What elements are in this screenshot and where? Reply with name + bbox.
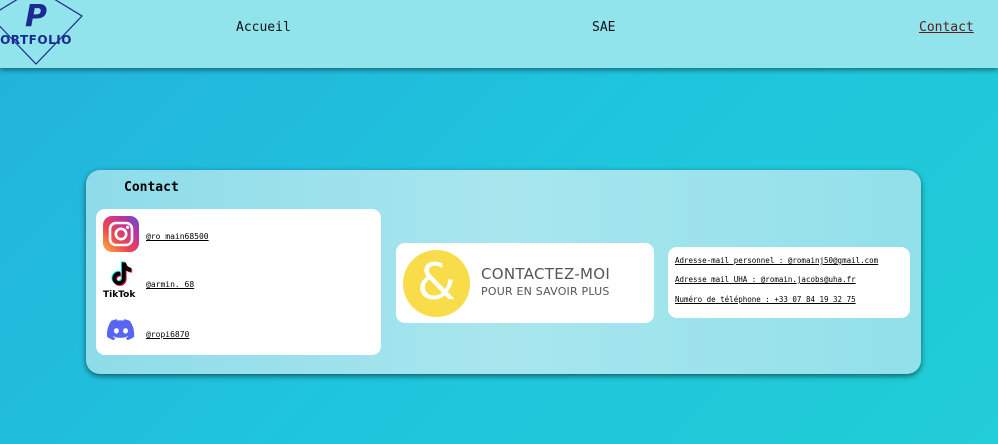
contact-info-card: Adresse-mail personnel : @romainj50@gmai… (668, 247, 910, 318)
ampersand-symbol: & (417, 253, 456, 311)
contact-title: Contact (124, 180, 179, 195)
instagram-icon[interactable] (102, 215, 140, 253)
nav-sae[interactable]: SAE (592, 20, 615, 35)
banner-subline: POUR EN SAVOIR PLUS (481, 285, 610, 298)
discord-icon[interactable] (105, 315, 137, 343)
phone-number[interactable]: Numéro de téléphone : +33 07 84 19 32 75 (675, 295, 856, 304)
nav-contact[interactable]: Contact (919, 20, 974, 35)
portfolio-logo[interactable]: P ORTFOLIO (0, 0, 84, 66)
uha-email[interactable]: Adresse mail UHA : @romain.jacobs@uha.fr (675, 275, 856, 284)
logo-text: ORTFOLIO (0, 33, 72, 47)
tiktok-icon[interactable] (102, 260, 140, 290)
tiktok-wordmark: TikTok (103, 290, 136, 300)
personal-email[interactable]: Adresse-mail personnel : @romainj50@gmai… (675, 256, 878, 265)
instagram-handle[interactable]: @ro_main68500 (146, 232, 209, 241)
social-card: @ro_main68500 TikTok @armin._68 @ropi687… (96, 209, 381, 355)
social-row-tiktok[interactable]: TikTok @armin._68 (102, 260, 362, 300)
social-row-discord[interactable]: @ropi6870 (102, 315, 362, 355)
nav-accueil[interactable]: Accueil (236, 20, 291, 35)
contact-banner: & CONTACTEZ-MOI POUR EN SAVOIR PLUS (396, 243, 654, 323)
tiktok-handle[interactable]: @armin._68 (146, 280, 194, 289)
banner-headline: CONTACTEZ-MOI (481, 265, 611, 283)
contact-panel: Contact @ro_main68500 TikTok @armin._68 … (86, 170, 921, 374)
discord-handle[interactable]: @ropi6870 (146, 330, 189, 339)
site-header: P ORTFOLIO Accueil SAE Contact (0, 0, 998, 68)
social-row-instagram[interactable]: @ro_main68500 (102, 215, 362, 255)
logo-letter: P (25, 0, 47, 34)
